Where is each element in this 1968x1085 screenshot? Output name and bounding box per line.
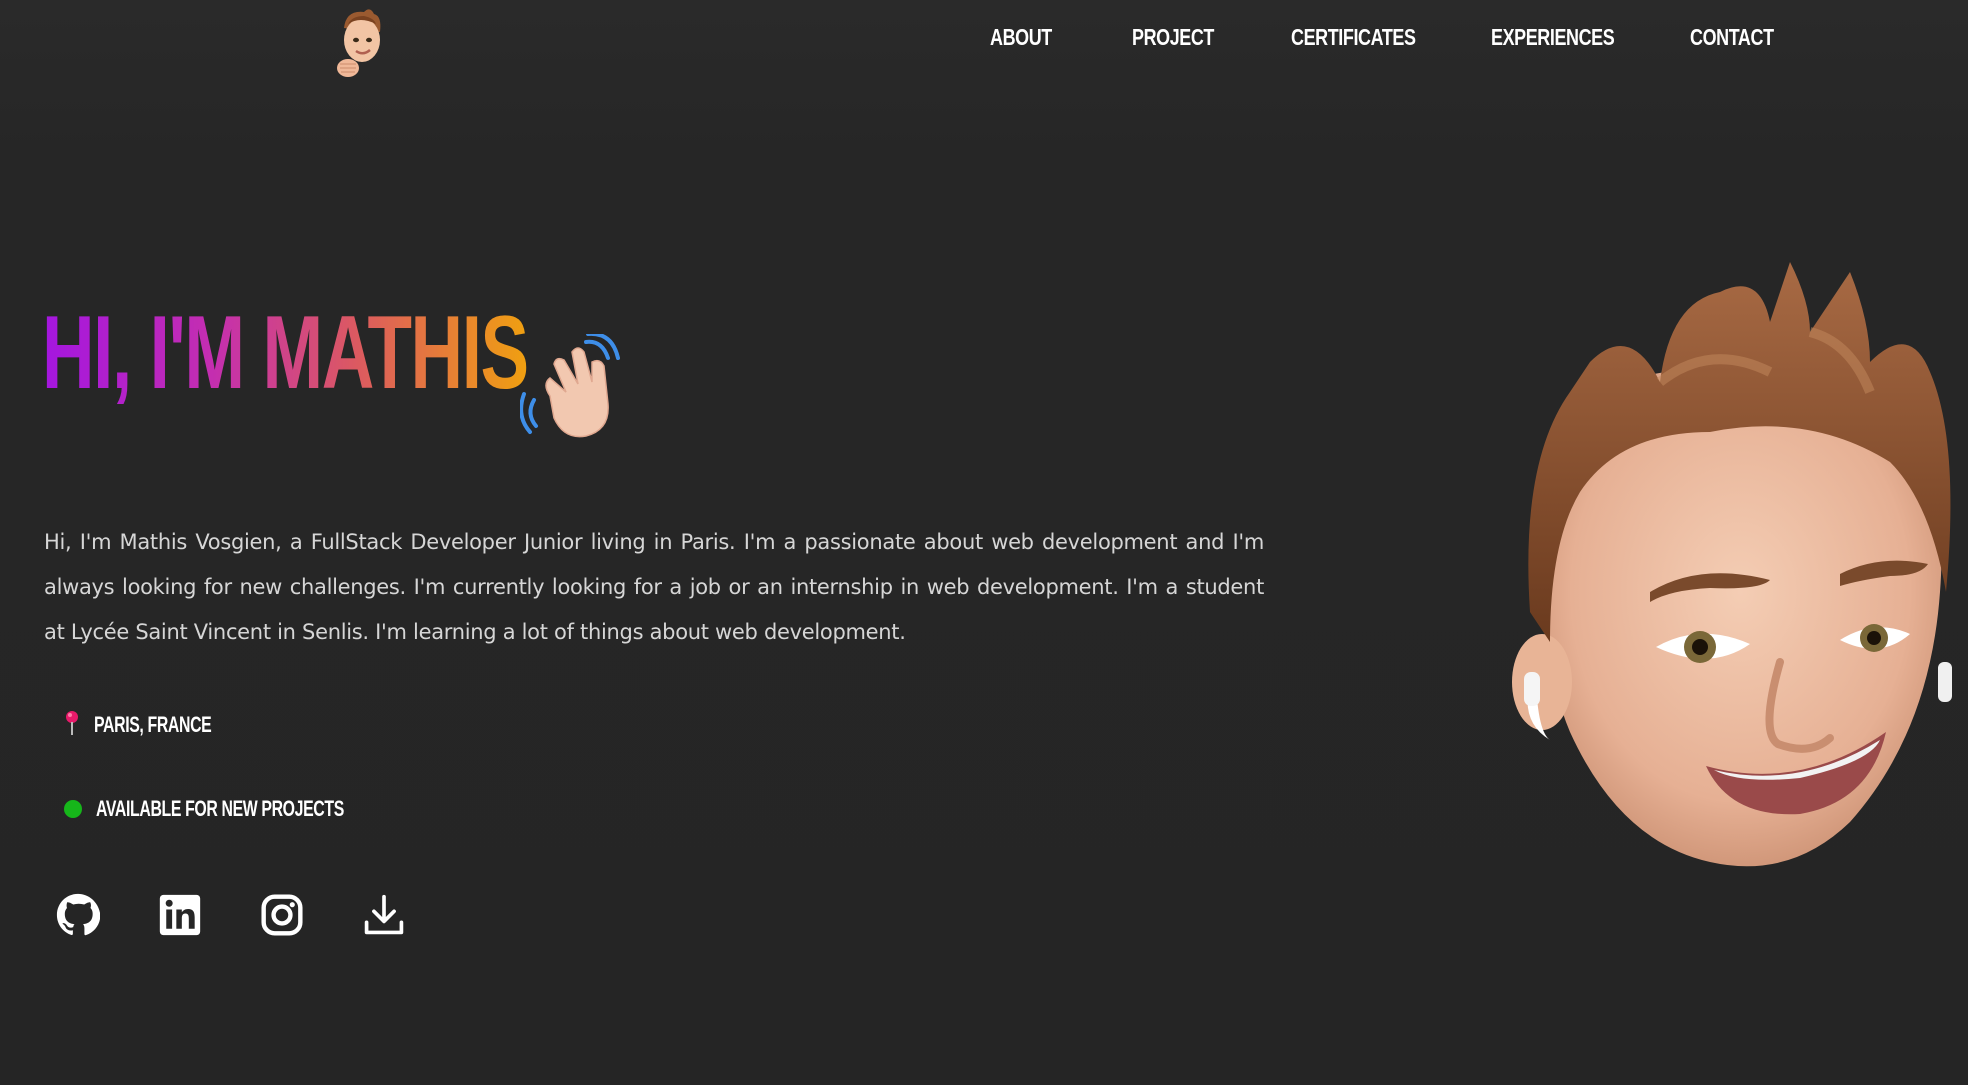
linkedin-link[interactable]	[158, 893, 202, 937]
social-links	[56, 893, 406, 937]
nav-experiences[interactable]: EXPERIENCES	[1491, 24, 1615, 51]
instagram-link[interactable]	[260, 893, 304, 937]
instagram-icon	[261, 894, 303, 936]
nav-contact[interactable]: CONTACT	[1690, 24, 1774, 51]
linkedin-icon	[159, 894, 201, 936]
waving-hand-icon	[519, 331, 624, 440]
main-nav: ABOUT PROJECT CERTIFICATES EXPERIENCES C…	[0, 24, 1968, 64]
nav-about[interactable]: ABOUT	[990, 24, 1052, 51]
github-link[interactable]	[56, 893, 100, 937]
location-label: PARIS, FRANCE	[94, 712, 212, 737]
download-icon	[364, 894, 404, 935]
hero-title: HI, I'M MATHIS	[42, 288, 529, 418]
download-cv-link[interactable]	[362, 893, 406, 937]
green-dot-icon	[64, 800, 82, 818]
availability-row: AVAILABLE FOR NEW PROJECTS	[64, 796, 440, 822]
hero-bio: Hi, I'm Mathis Vosgien, a FullStack Deve…	[44, 530, 1264, 644]
location-row: PARIS, FRANCE	[64, 710, 257, 740]
nav-project[interactable]: PROJECT	[1132, 24, 1214, 51]
memoji-avatar-large	[1510, 262, 1956, 880]
availability-label: AVAILABLE FOR NEW PROJECTS	[96, 796, 344, 821]
github-icon	[56, 893, 100, 936]
map-pin-icon	[64, 710, 80, 740]
nav-certificates[interactable]: CERTIFICATES	[1291, 24, 1416, 51]
